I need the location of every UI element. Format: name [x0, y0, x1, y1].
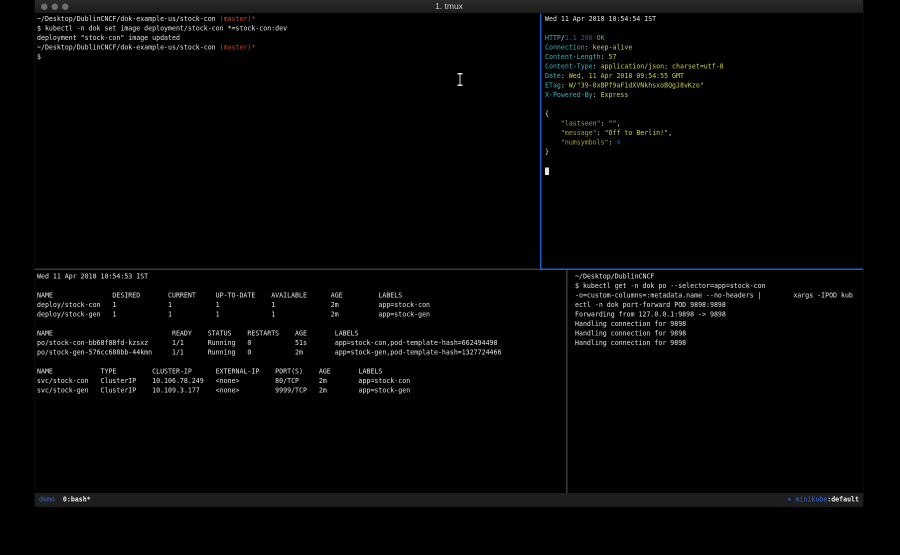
terminal-line: $ kubectl get -n dok po --selector=app=s…: [575, 282, 863, 292]
terminal-line: $: [37, 53, 540, 63]
terminal-line: NAME TYPE CLUSTER-IP EXTERNAL-IP PORT(S)…: [37, 367, 566, 377]
mouse-ibeam-cursor: [457, 73, 463, 86]
terminal-line: [545, 157, 863, 167]
window-title: 1. tmux: [35, 0, 863, 13]
terminal-line: HTTP/1.1 200 OK: [545, 34, 863, 44]
window-titlebar[interactable]: 1. tmux: [35, 0, 863, 14]
terminal-line: Handling connection for 9898: [575, 320, 863, 330]
tmux-status-right: ⎈ minikube:default: [788, 493, 859, 507]
terminal-line: Wed 11 Apr 2018 10:54:54 IST: [545, 15, 863, 25]
terminal-line: po/stock-con-bb68f88fd-kzsxz 1/1 Running…: [37, 339, 566, 349]
terminal-line: NAME DESIRED CURRENT UP-TO-DATE AVAILABL…: [37, 291, 566, 301]
terminal-line: Handling connection for 9898: [575, 329, 863, 339]
terminal-line: [545, 100, 863, 110]
terminal-line: Wed 11 Apr 2018 10:54:53 IST: [37, 272, 566, 282]
pane-http-response[interactable]: Wed 11 Apr 2018 10:54:54 IST HTTP/1.1 200…: [542, 14, 864, 269]
terminal-line: deployment "stock-con" image updated: [37, 34, 540, 44]
terminal-line: Connection: keep-alive: [545, 43, 863, 53]
pane-kubectl-resources[interactable]: Wed 11 Apr 2018 10:54:53 IST NAME DESIRED…: [35, 270, 566, 493]
terminal-line: [545, 167, 863, 177]
kube-context: minikube: [795, 496, 827, 504]
maximize-window-button[interactable]: [62, 4, 69, 11]
terminal-window: 1. tmux ~/Desktop/DublinCNCF/dok-example…: [35, 0, 863, 507]
traffic-light-buttons: [41, 4, 69, 11]
terminal-line: svc/stock-gen ClusterIP 10.109.3.177 <no…: [37, 386, 566, 396]
tmux-session-name: demo: [39, 496, 55, 504]
pane-shell-stock-con[interactable]: ~/Desktop/DublinCNCF/dok-example-us/stoc…: [35, 14, 540, 269]
terminal-line: }: [545, 148, 863, 158]
kube-helm-icon: ⎈: [788, 496, 796, 504]
terminal-line: Content-Type: application/json; charset=…: [545, 62, 863, 72]
terminal-line: $ kubectl -n dok set image deployment/st…: [37, 24, 540, 34]
terminal-line: [37, 320, 566, 330]
terminal-line: ~/Desktop/DublinCNCF: [575, 272, 863, 282]
terminal-line: svc/stock-con ClusterIP 10.106.78.249 <n…: [37, 377, 566, 387]
pane-port-forward[interactable]: ~/Desktop/DublinCNCF$ kubectl get -n dok…: [568, 270, 864, 493]
terminal-line: ~/Desktop/DublinCNCF/dok-example-us/stoc…: [37, 15, 540, 25]
terminal-line: po/stock-gen-576cc688bb-44kmn 1/1 Runnin…: [37, 348, 566, 358]
terminal-line: [37, 282, 566, 292]
close-window-button[interactable]: [41, 4, 48, 11]
terminal-line: ETag: W/"39-0xBPf9aF1dXVNkhsxoBQgJ8vKzo": [545, 81, 863, 91]
terminal-line: Handling connection for 9898: [575, 339, 863, 349]
terminal-line: [545, 24, 863, 34]
terminal-line: ectl -n dok port-forward POD 9898:9898: [575, 301, 863, 311]
terminal-line: Forwarding from 127.0.0.1:9898 -> 9898: [575, 310, 863, 320]
minimize-window-button[interactable]: [52, 4, 59, 11]
tmux-window-tab[interactable]: 0:bash*: [63, 496, 91, 504]
tmux-status-left: demo 0:bash*: [39, 493, 91, 507]
screen: 1. tmux ~/Desktop/DublinCNCF/dok-example…: [0, 0, 900, 555]
terminal-line: [37, 358, 566, 368]
terminal-line: "lastseen": "",: [545, 119, 863, 129]
tmux-status-bar: demo 0:bash* ⎈ minikube:default: [35, 493, 863, 507]
terminal-line: ~/Desktop/DublinCNCF/dok-example-us/stoc…: [37, 43, 540, 53]
terminal-line: X-Powered-By: Express: [545, 91, 863, 101]
terminal-line: "message": "Off to Berlin!",: [545, 129, 863, 139]
kube-namespace: :default: [827, 496, 859, 504]
terminal-line: -o=custom-columns=:metadata.name --no-he…: [575, 291, 863, 301]
terminal-line: NAME READY STATUS RESTARTS AGE LABELS: [37, 329, 566, 339]
terminal-line: Content-Length: 57: [545, 53, 863, 63]
terminal-line: deploy/stock-con 1 1 1 1 2m app=stock-co…: [37, 301, 566, 311]
terminal-line: deploy/stock-gen 1 1 1 1 2m app=stock-ge…: [37, 310, 566, 320]
terminal-line: "numsymbols": 4: [545, 138, 863, 148]
terminal-line: {: [545, 110, 863, 120]
terminal-line: Date: Wed, 11 Apr 2018 09:54:55 GMT: [545, 72, 863, 82]
